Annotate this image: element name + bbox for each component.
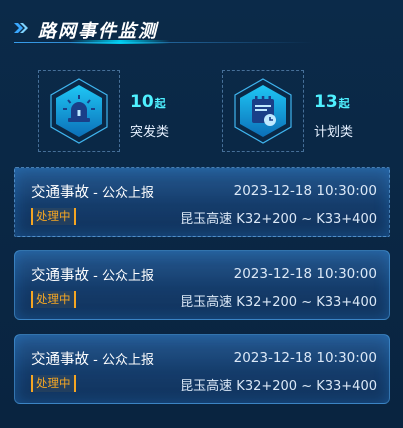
count-value: 13: [314, 92, 338, 112]
siren-icon: [50, 78, 108, 144]
event-source: 公众上报: [101, 186, 154, 201]
stat-emergency-label: 突发类: [130, 125, 170, 140]
panel-header: 路网事件监测: [0, 0, 403, 48]
stat-emergency-count: 10起: [130, 92, 166, 112]
count-unit: 起: [154, 97, 166, 110]
event-time: 2023-12-18 10:30:00: [233, 183, 377, 199]
status-badge: 处理中: [31, 208, 76, 225]
plan-calendar-icon: [234, 78, 292, 144]
event-title: 交通事故 - 公众上报: [31, 181, 154, 202]
event-location: 昆玉高速 K32+200 ~ K33+400: [180, 212, 377, 227]
stat-planned-count: 13起: [314, 92, 350, 112]
event-source: 公众上报: [101, 353, 154, 368]
event-card[interactable]: 交通事故 - 公众上报 2023-12-18 10:30:00 处理中 昆玉高速…: [14, 250, 390, 320]
event-title: 交通事故 - 公众上报: [31, 348, 154, 369]
count-unit: 起: [338, 97, 350, 110]
event-time: 2023-12-18 10:30:00: [233, 350, 377, 366]
event-time: 2023-12-18 10:30:00: [233, 266, 377, 282]
event-category: 交通事故: [31, 352, 89, 368]
event-title: 交通事故 - 公众上报: [31, 264, 154, 285]
event-source: 公众上报: [101, 269, 154, 284]
status-badge: 处理中: [31, 375, 76, 392]
event-separator: -: [89, 186, 102, 201]
event-category: 交通事故: [31, 268, 89, 284]
stat-planned[interactable]: 13起 计划类: [222, 70, 402, 152]
event-category: 交通事故: [31, 185, 89, 201]
road-event-monitor-panel: 路网事件监测 10起 突发类 13起 计划类 交通事故 - 公众上报 2023-…: [0, 0, 403, 428]
event-separator: -: [89, 353, 102, 368]
double-chevron-icon: [14, 23, 28, 33]
event-location: 昆玉高速 K32+200 ~ K33+400: [180, 295, 377, 310]
stat-emergency[interactable]: 10起 突发类: [38, 70, 218, 152]
status-badge: 处理中: [31, 291, 76, 308]
event-card[interactable]: 交通事故 - 公众上报 2023-12-18 10:30:00 处理中 昆玉高速…: [14, 167, 390, 237]
event-separator: -: [89, 269, 102, 284]
event-card[interactable]: 交通事故 - 公众上报 2023-12-18 10:30:00 处理中 昆玉高速…: [14, 334, 390, 404]
stat-planned-label: 计划类: [314, 125, 354, 140]
count-value: 10: [130, 92, 154, 112]
event-location: 昆玉高速 K32+200 ~ K33+400: [180, 379, 377, 394]
header-underline-glow: [70, 40, 170, 44]
